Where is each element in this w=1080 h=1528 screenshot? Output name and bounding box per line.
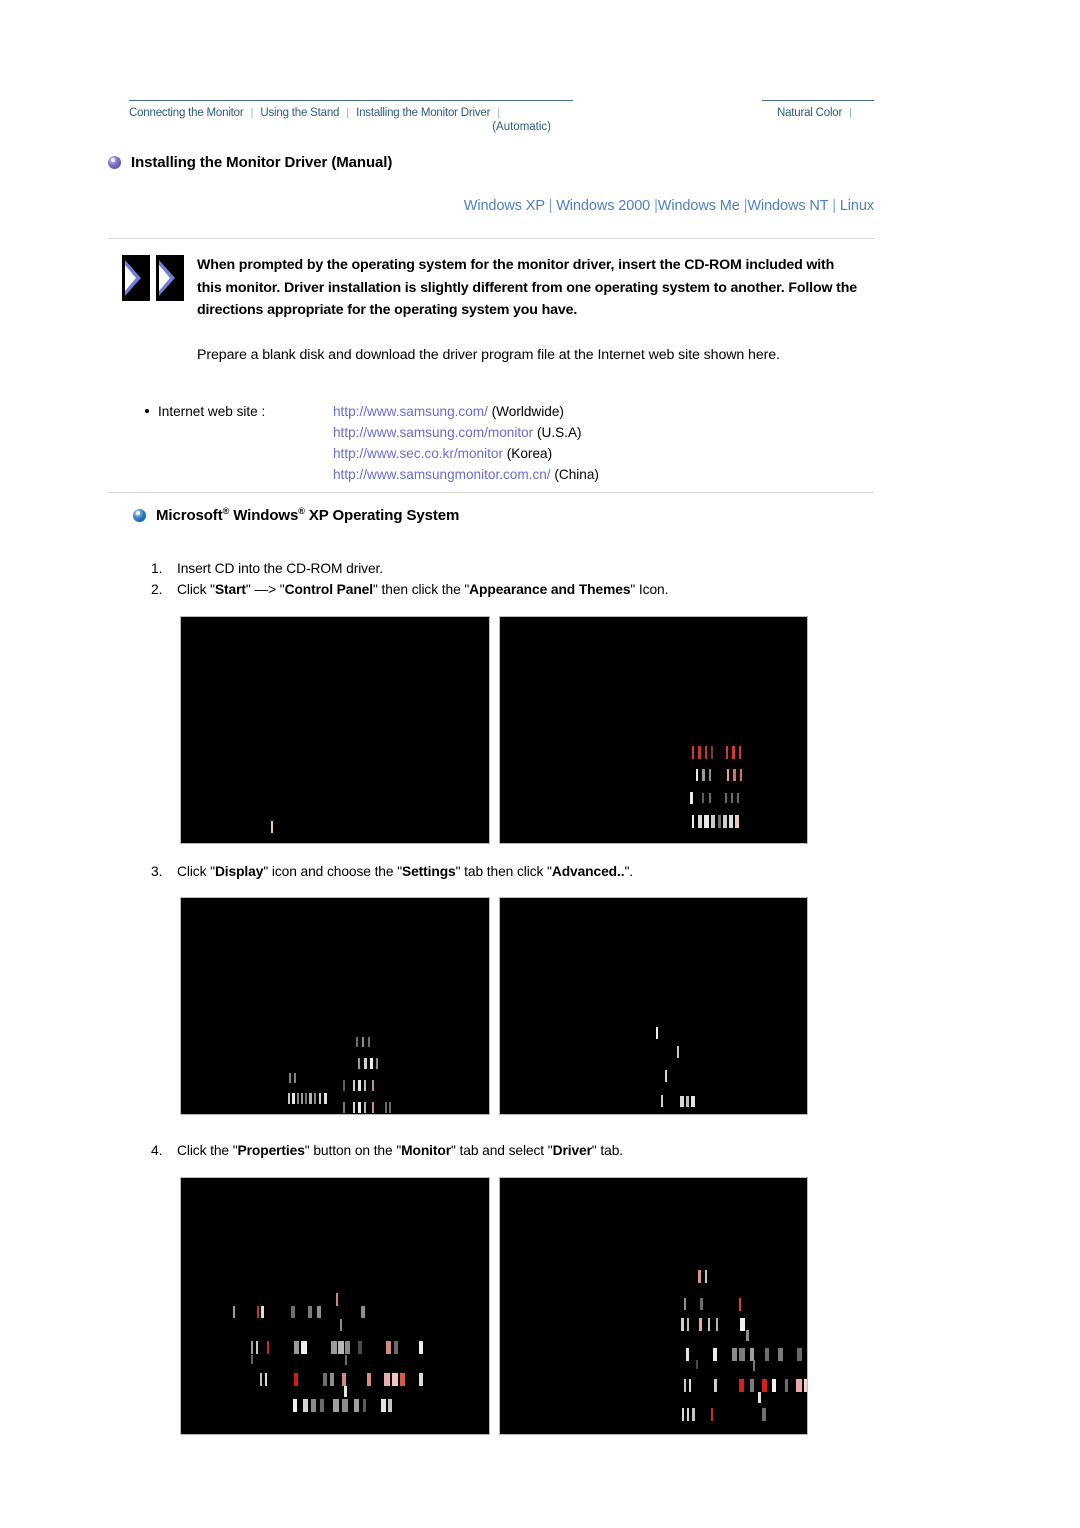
web-site-url-usa[interactable]: http://www.samsung.com/monitor	[333, 425, 533, 440]
screenshot-appearance-and-themes-window[interactable]	[499, 616, 808, 844]
screenshot-driver-tab[interactable]	[499, 1177, 808, 1435]
web-site-region-china: (China)	[554, 467, 599, 482]
nav-separator: |	[849, 107, 852, 119]
step-number: 2.	[151, 582, 163, 597]
os-heading-part1: Microsoft	[156, 507, 223, 524]
os-heading-part2: Windows	[229, 507, 299, 524]
web-site-url-china[interactable]: http://www.samsungmonitor.com.cn/	[333, 467, 551, 482]
step-text: Click "Start" —> "Control Panel" then cl…	[177, 582, 669, 597]
os-link-separator: |	[832, 198, 836, 214]
os-link-windows-me[interactable]: Windows Me	[658, 198, 740, 214]
step-item-1: 1. Insert CD into the CD-ROM driver.	[151, 558, 668, 579]
manual-page: Connecting the Monitor | Using the Stand…	[0, 0, 1080, 1528]
web-site-region-worldwide: (Worldwide)	[491, 404, 564, 419]
web-site-url-korea[interactable]: http://www.sec.co.kr/monitor	[333, 446, 503, 461]
web-site-row: http://www.sec.co.kr/monitor (Korea)	[333, 443, 599, 464]
bullet-dot-icon	[145, 409, 149, 413]
steps-3: 3. Click "Display" icon and choose the "…	[151, 861, 633, 882]
divider-top	[108, 238, 874, 239]
nav-link-using-the-stand[interactable]: Using the Stand	[260, 106, 339, 120]
cd-rom-icon	[122, 255, 184, 301]
nav-link-connecting-the-monitor[interactable]: Connecting the Monitor	[129, 106, 244, 120]
step-number: 1.	[151, 561, 163, 576]
note-plain-text: Prepare a blank disk and download the dr…	[197, 347, 780, 363]
steps-1-2: 1. Insert CD into the CD-ROM driver. 2. …	[151, 558, 668, 600]
note-bold-text: When prompted by the operating system fo…	[197, 257, 857, 318]
screenshot-display-properties-settings-tab[interactable]	[180, 897, 490, 1115]
nav-separator: |	[497, 107, 501, 119]
os-link-windows-2000[interactable]: Windows 2000	[556, 198, 650, 214]
step-number: 3.	[151, 864, 163, 879]
screenshot-monitor-tab-properties[interactable]	[180, 1177, 490, 1435]
os-link-windows-xp[interactable]: Windows XP	[464, 198, 545, 214]
blue-sphere-bullet-icon	[133, 508, 146, 522]
nav-group-left: Connecting the Monitor | Using the Stand…	[129, 100, 573, 134]
os-link-separator: |	[548, 198, 553, 214]
web-site-url-worldwide[interactable]: http://www.samsung.com/	[333, 404, 488, 419]
screenshot-control-panel-window[interactable]	[180, 616, 490, 844]
step-item-2: 2. Click "Start" —> "Control Panel" then…	[151, 579, 668, 600]
purple-sphere-bullet-icon	[108, 156, 121, 169]
web-site-region-usa: (U.S.A)	[536, 425, 582, 440]
divider-os-section	[108, 492, 874, 493]
web-site-row: http://www.samsung.com/monitor (U.S.A)	[333, 422, 599, 443]
step-text: Click the "Properties" button on the "Mo…	[177, 1143, 624, 1158]
nav-link-natural-color[interactable]: Natural Color	[777, 106, 842, 120]
step-text: Insert CD into the CD-ROM driver.	[177, 561, 384, 576]
web-site-region-korea: (Korea)	[506, 446, 553, 461]
nav-separator: |	[250, 107, 254, 119]
page-title-row: Installing the Monitor Driver (Manual)	[108, 154, 392, 171]
os-link-windows-nt[interactable]: Windows NT	[747, 198, 828, 214]
steps-4: 4. Click the "Properties" button on the …	[151, 1140, 623, 1161]
step-item-4: 4. Click the "Properties" button on the …	[151, 1140, 623, 1161]
nav-link-installing-the-monitor-driver-sublabel: (Automatic)	[492, 121, 551, 133]
nav-separator: |	[346, 107, 350, 119]
os-section-heading: Microsoft® Windows® XP Operating System	[156, 506, 459, 524]
os-links-row: Windows XP | Windows 2000 |Windows Me |W…	[0, 198, 874, 214]
page-title: Installing the Monitor Driver (Manual)	[131, 154, 393, 171]
nav-link-installing-the-monitor-driver[interactable]: Installing the Monitor Driver	[356, 106, 490, 120]
step-item-3: 3. Click "Display" icon and choose the "…	[151, 861, 633, 882]
internet-web-site-label-text: Internet web site :	[158, 404, 266, 419]
screenshot-advanced-dialog[interactable]	[499, 897, 808, 1115]
os-heading-part3: XP Operating System	[304, 507, 460, 524]
step-text: Click "Display" icon and choose the "Set…	[177, 864, 633, 879]
web-site-row: http://www.samsung.com/ (Worldwide)	[333, 401, 599, 422]
os-section-heading-row: Microsoft® Windows® XP Operating System	[133, 506, 459, 524]
top-navigation: Connecting the Monitor | Using the Stand…	[0, 100, 1080, 146]
os-link-linux[interactable]: Linux	[840, 198, 874, 214]
step-number: 4.	[151, 1143, 163, 1158]
nav-group-right: Natural Color |	[762, 100, 874, 120]
internet-web-site-list: http://www.samsung.com/ (Worldwide) http…	[333, 401, 599, 485]
internet-web-site-label: Internet web site :	[145, 401, 265, 422]
web-site-row: http://www.samsungmonitor.com.cn/ (China…	[333, 464, 599, 485]
